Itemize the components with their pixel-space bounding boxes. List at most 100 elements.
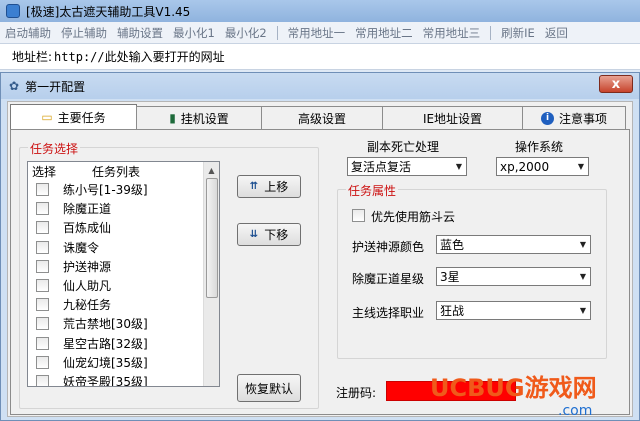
select-value: 狂战 — [440, 304, 465, 318]
chevron-down-icon: ▼ — [579, 272, 586, 281]
prefer-cloud-label: 优先使用筋斗云 — [371, 210, 456, 224]
menu-assist-settings[interactable]: 辅助设置 — [112, 25, 168, 41]
dialog-titlebar[interactable]: ✿ 第一开配置 x — [1, 73, 639, 99]
move-down-button[interactable]: ⇊ 下移 — [237, 223, 301, 246]
menu-back[interactable]: 返回 — [540, 25, 573, 41]
close-icon: x — [611, 76, 621, 92]
task-label: 护送神源 — [63, 259, 112, 274]
checkbox[interactable] — [36, 240, 49, 254]
task-list: 选择 任务列表 练小号[1-39级] 除魔正道 百炼成仙 诛魔令 护送神源 仙人… — [27, 161, 220, 387]
checkbox[interactable] — [36, 374, 49, 386]
watermark-text: UCBUG游戏网 — [430, 374, 597, 402]
checkbox[interactable] — [36, 221, 49, 235]
list-item[interactable]: 仙宠幻境[35级] — [28, 353, 219, 372]
menu-refresh-ie[interactable]: 刷新IE — [496, 25, 540, 41]
move-up-button[interactable]: ⇈ 上移 — [237, 175, 301, 198]
tab-advanced-settings[interactable]: 高级设置 — [261, 106, 383, 129]
checkbox[interactable] — [36, 317, 49, 331]
chevron-down-icon: ▼ — [455, 162, 462, 171]
address-bar: 地址栏: — [0, 44, 640, 70]
app-icon — [6, 4, 20, 18]
death-handling-select[interactable]: 复活点复活 ▼ — [347, 157, 467, 176]
button-label: 上移 — [264, 180, 289, 194]
list-item[interactable]: 妖帝圣殿[35级] — [28, 372, 219, 387]
os-select[interactable]: xp,2000 ▼ — [496, 157, 589, 176]
select-value: 蓝色 — [440, 238, 465, 252]
address-input[interactable] — [54, 49, 575, 64]
checkbox[interactable] — [36, 279, 49, 293]
tab-label: 挂机设置 — [180, 111, 229, 126]
task-label: 除魔正道 — [63, 202, 112, 217]
registration-label: 注册码: — [336, 386, 377, 400]
list-item[interactable]: 九秘任务 — [28, 295, 219, 314]
task-label: 仙人助凡 — [63, 279, 112, 294]
tab-idle-settings[interactable]: ▮ 挂机设置 — [136, 106, 262, 129]
list-item[interactable]: 仙人助凡 — [28, 276, 219, 295]
checkbox[interactable] — [36, 355, 49, 369]
checkbox[interactable] — [36, 298, 49, 312]
tab-ie-address-settings[interactable]: IE地址设置 — [382, 106, 523, 129]
menu-stop-assist[interactable]: 停止辅助 — [56, 25, 112, 41]
button-label: 下移 — [264, 228, 289, 242]
scroll-thumb[interactable] — [206, 178, 218, 298]
list-header: 选择 任务列表 — [28, 162, 219, 180]
list-item[interactable]: 除魔正道 — [28, 199, 219, 218]
menu-address-3[interactable]: 常用地址三 — [418, 25, 486, 41]
header-select: 选择 — [32, 164, 57, 179]
dialog-title: 第一开配置 — [25, 79, 86, 94]
info-icon: i — [540, 111, 554, 125]
checkbox[interactable] — [36, 183, 49, 197]
menu-minimize-1[interactable]: 最小化1 — [168, 25, 220, 41]
tab-label: 主要任务 — [57, 110, 106, 125]
tab-label: IE地址设置 — [422, 111, 483, 126]
list-item[interactable]: 护送神源 — [28, 257, 219, 276]
group-title: 任务属性 — [346, 182, 399, 199]
arrow-down-icon: ⇊ — [249, 229, 259, 240]
task-label: 妖帝圣殿[35级] — [63, 374, 148, 387]
watermark-sub: .com — [558, 403, 592, 419]
tab-main-tasks[interactable]: ▭ 主要任务 — [10, 104, 137, 129]
checkbox[interactable] — [36, 202, 49, 216]
task-label: 诛魔令 — [63, 240, 100, 255]
checkbox[interactable] — [36, 336, 49, 350]
escort-color-label: 护送神源颜色 — [352, 240, 425, 254]
address-label: 地址栏: — [12, 50, 53, 64]
list-item[interactable]: 荒古禁地[30级] — [28, 314, 219, 333]
tab-strip: ▭ 主要任务 ▮ 挂机设置 高级设置 IE地址设置 i 注意事项 — [10, 104, 626, 130]
list-item[interactable]: 百炼成仙 — [28, 218, 219, 237]
main-job-label: 主线选择职业 — [352, 306, 425, 320]
checkbox[interactable] — [36, 259, 49, 273]
list-item[interactable]: 星空古路[32级] — [28, 334, 219, 353]
book-icon: ▮ — [169, 111, 176, 125]
list-scrollbar[interactable]: ▲ — [203, 162, 219, 386]
task-label: 荒古禁地[30级] — [63, 317, 148, 332]
group-title: 任务选择 — [28, 140, 81, 157]
menu-minimize-2[interactable]: 最小化2 — [220, 25, 272, 41]
task-label: 百炼成仙 — [63, 221, 112, 236]
arrow-up-icon: ⇈ — [249, 181, 259, 192]
list-item[interactable]: 诛魔令 — [28, 238, 219, 257]
select-value: 复活点复活 — [351, 160, 412, 174]
restore-defaults-button[interactable]: 恢复默认 — [237, 374, 301, 402]
close-button[interactable]: x — [599, 75, 633, 93]
menu-address-1[interactable]: 常用地址一 — [283, 25, 351, 41]
task-label: 练小号[1-39级] — [63, 183, 148, 198]
select-value: 3星 — [440, 270, 460, 284]
tab-label: 注意事项 — [558, 111, 607, 126]
main-job-select[interactable]: 狂战 ▼ — [436, 301, 591, 320]
escort-color-select[interactable]: 蓝色 ▼ — [436, 235, 591, 254]
config-dialog: ✿ 第一开配置 x ▭ 主要任务 ▮ 挂机设置 高级设置 IE地址设置 i 注意… — [0, 72, 640, 421]
tab-notes[interactable]: i 注意事项 — [522, 106, 626, 129]
scroll-up-icon[interactable]: ▲ — [204, 162, 219, 178]
folder-icon: ▭ — [41, 110, 53, 124]
demon-star-select[interactable]: 3星 ▼ — [436, 267, 591, 286]
prefer-cloud-checkbox[interactable] — [352, 209, 365, 222]
task-label: 星空古路[32级] — [63, 336, 148, 351]
menu-start-assist[interactable]: 启动辅助 — [0, 25, 56, 41]
list-item[interactable]: 练小号[1-39级] — [28, 180, 219, 199]
menu-address-2[interactable]: 常用地址二 — [350, 25, 418, 41]
chevron-down-icon: ▼ — [577, 162, 584, 171]
demon-star-label: 除魔正道星级 — [352, 272, 425, 286]
app-title: [极速]太古遮天辅助工具V1.45 — [26, 4, 191, 19]
task-label: 九秘任务 — [63, 298, 112, 313]
